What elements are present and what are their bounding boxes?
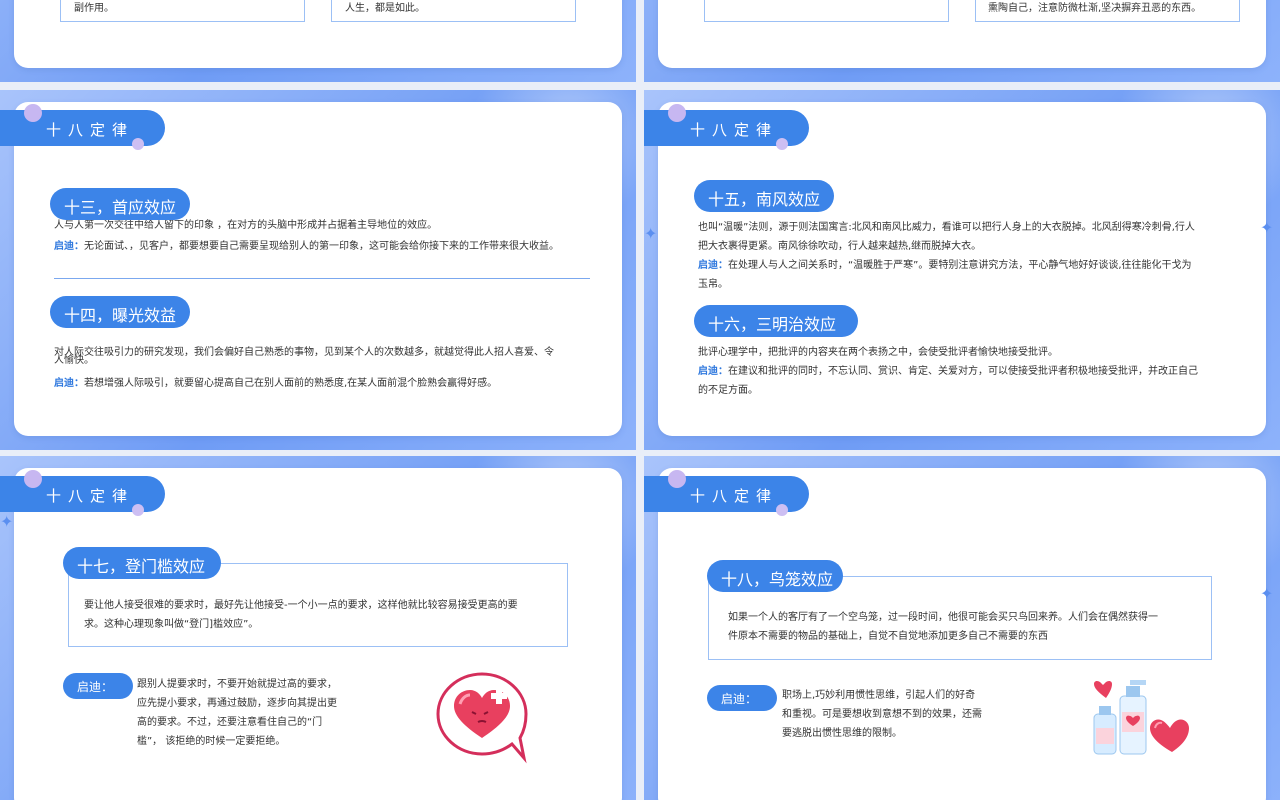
decor-dot: [776, 138, 788, 150]
decor-dot: [24, 104, 42, 122]
s15-insight-1: 启迪：在处理人与人之间关系时，“温暖胜于严寒”。要特别注意讲究方法，平心静气地好…: [698, 256, 1192, 275]
box-text: 人生，都是如此。: [345, 3, 425, 14]
s17-body-2: 求。这种心理现象叫做“登门]槛效应”。: [84, 619, 259, 630]
slide-17[interactable]: ✦ 十八定律 十七，登门槛效应 要让他人接受很难的要求时，最好先让他接受-一个小…: [0, 456, 636, 800]
content-box: [704, 0, 949, 22]
s18-insight-2: 和重视。可是要想收到意想不到的效果，还需: [782, 709, 982, 720]
insight-label: 启迪：: [54, 241, 84, 252]
heart-bubble-icon: [436, 672, 528, 764]
content-box: 人生，都是如此。: [331, 0, 576, 22]
slide-top-right[interactable]: 熏陶自己，注意防微杜渐,坚决摒弃丑恶的东西。: [644, 0, 1280, 82]
divider-line: [54, 278, 590, 279]
s14-body-2: 人愉快。: [54, 355, 94, 366]
s17-insight-4: 槛”， 该拒绝的时候一定要拒绝。: [137, 736, 286, 747]
insight-label: 启迪：: [707, 685, 777, 711]
insight-text: 在处理人与人之间关系时，“温暖胜于严寒”。要特别注意讲究方法，平心静气地好好谈谈…: [728, 260, 1192, 271]
decor-dot: [24, 470, 42, 488]
box-text: 副作用。: [74, 3, 114, 14]
sparkle-icon: ✦: [1260, 218, 1274, 237]
s17-insight-1: 跟别人提要求时，不要开始就提过高的要求，: [137, 679, 337, 690]
s18-insight-1: 职场上,巧妙利用惯性思维，引起人们的好奇: [782, 690, 976, 701]
decor-dot: [668, 470, 686, 488]
s17-body-1: 要让他人接受很难的要求时，最好先让他接受-一个小一点的要求，这样他就比较容易接受…: [84, 600, 518, 611]
decor-dot: [132, 138, 144, 150]
s13-insight: 启迪：无论面试、，见客户，都要想要自己需要呈现给别人的第一印象，这可能会给你接下…: [54, 237, 559, 256]
content-box: 熏陶自己，注意防微杜渐,坚决摒弃丑恶的东西。: [975, 0, 1240, 22]
s16-body: 批评心理学中，把批评的内容夹在两个表扬之中，会使受批评者愉快地接受批评。: [698, 347, 1058, 358]
decor-dot: [668, 104, 686, 122]
s17-title: 十七，登门槛效应: [63, 547, 221, 579]
slide-13-14[interactable]: 人与人第一次交往中给人留下的印象 ，在对方的头脑中形成并占据着主导地位的效应。 …: [0, 90, 636, 450]
insight-text: 无论面试、，见客户，都要想要自己需要呈现给别人的第一印象，这可能会给你接下来的工…: [84, 241, 559, 252]
s14-title: 十四，曝光效益: [50, 296, 190, 328]
content-box: 副作用。: [60, 0, 305, 22]
s14-body-1: 对人际交往吸引力的研究发现，我们会偏好自己熟悉的事物，见到某个人的次数越多，就越…: [54, 347, 554, 358]
slide-card: 熏陶自己，注意防微杜渐,坚决摒弃丑恶的东西。: [658, 0, 1266, 68]
insight-text: 在建议和批评的同时，不忘认同、赏识、肯定、关爱对方，可以使接受批评者积极地接受批…: [728, 366, 1198, 377]
slide-18[interactable]: ✦ 十八定律 十八，鸟笼效应 如果一个人的客厅有了一个空鸟笼，过一段时间，他很可…: [644, 456, 1280, 800]
s13-title: 十三，首应效应: [50, 188, 190, 220]
s15-insight-2: 玉帛。: [698, 279, 728, 290]
slide-15-16[interactable]: ✦ ✦ 十八定律 十五，南风效应 也叫“温暖”法则，源于则法国寓言:北风和南风比…: [644, 90, 1280, 450]
s16-insight-1: 启迪：在建议和批评的同时，不忘认同、赏识、肯定、关爱对方，可以使接受批评者积极地…: [698, 362, 1198, 381]
insight-text: 若想增强人际吸引，就要留心提高自己在别人面前的熟悉度,在某人面前混个脸熟会赢得好…: [84, 378, 498, 389]
decor-dot: [132, 504, 144, 516]
s17-insight-2: 应先提小要求，再通过鼓励，逐步向其提出更: [137, 698, 337, 709]
s17-insight-3: 高的要求。不过，还要注意看住自己的“门: [137, 717, 323, 728]
s18-title: 十八，鸟笼效应: [707, 560, 843, 592]
s18-body-2: 件原本不需要的物品的基础上，自觉不自觉地添加更多自己不需要的东西: [728, 631, 1048, 642]
box-text: 熏陶自己，注意防微杜渐,坚决摒弃丑恶的东西。: [988, 3, 1202, 14]
insight-label: 启迪：: [54, 378, 84, 389]
insight-label: 启迪：: [63, 673, 133, 699]
s15-title: 十五，南风效应: [694, 180, 834, 212]
s16-title: 十六，三明治效应: [694, 305, 858, 337]
s16-insight-2: 的不足方面。: [698, 385, 758, 396]
s15-body-2: 把大衣裹得更紧。南风徐徐吹动，行人越来越热,继而脱掉大衣。: [698, 241, 982, 252]
s18-insight-3: 要逃脱出惯性思维的限制。: [782, 728, 902, 739]
bottles-hearts-icon: [1093, 680, 1189, 755]
s18-body-1: 如果一个人的客厅有了一个空鸟笼，过一段时间，他很可能会买只鸟回来养。人们会在偶然…: [728, 612, 1158, 623]
s15-body-1: 也叫“温暖”法则，源于则法国寓言:北风和南风比威力，看谁可以把行人身上的大衣脱掉…: [698, 222, 1195, 233]
sparkle-icon: ✦: [1260, 584, 1274, 603]
insight-label: 启迪：: [698, 366, 728, 377]
slide-top-left[interactable]: 副作用。 人生，都是如此。: [0, 0, 636, 82]
insight-label: 启迪：: [698, 260, 728, 271]
sparkle-icon: ✦: [0, 512, 14, 531]
decor-dot: [776, 504, 788, 516]
s14-insight: 启迪：若想增强人际吸引，就要留心提高自己在别人面前的熟悉度,在某人面前混个脸熟会…: [54, 374, 497, 393]
sparkle-icon: ✦: [644, 224, 658, 243]
slide-card: 副作用。 人生，都是如此。: [14, 0, 622, 68]
